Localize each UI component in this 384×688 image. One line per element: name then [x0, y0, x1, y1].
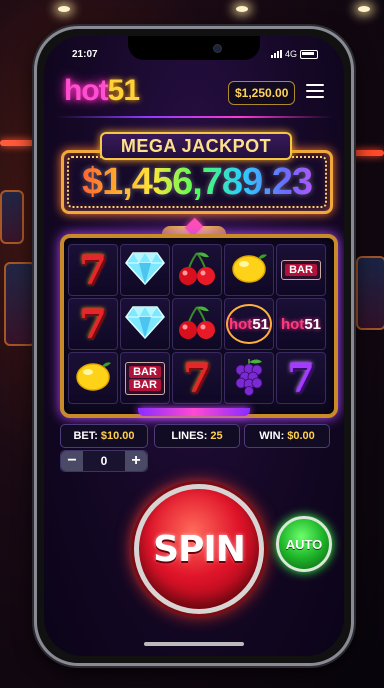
app-header: hot51 $1,250.00 — [44, 72, 344, 112]
home-indicator — [144, 642, 244, 646]
diamond-symbol-icon — [125, 251, 165, 290]
reel-cell: hot51 — [224, 298, 274, 350]
reels-frame: 7 BAR 7 hot 51 hot51 BAR BAR 7 7 — [60, 234, 338, 418]
bet-display: BET: $10.00 — [60, 424, 148, 448]
status-time: 21:07 — [72, 49, 98, 60]
status-indicators: 4G — [270, 49, 318, 59]
reels-base — [138, 408, 250, 416]
neon-strip — [0, 140, 34, 146]
reel-cell — [224, 352, 274, 404]
grape-symbol-icon — [229, 356, 269, 401]
win-display: WIN: $0.00 — [244, 424, 330, 448]
jackpot-value: $1,456,789.23 — [64, 161, 330, 204]
reel-cell: hot51 — [276, 298, 326, 350]
ceiling-light — [236, 6, 248, 12]
reel-cell — [172, 244, 222, 296]
lines-display: LINES: 25 — [154, 424, 240, 448]
header-divider — [56, 116, 332, 118]
ceiling-light — [358, 6, 370, 12]
stepper-value: 0 — [100, 454, 108, 468]
jackpot-label: MEGA JACKPOT — [100, 132, 292, 160]
slot-machine-background — [4, 262, 36, 346]
network-label: 4G — [284, 49, 297, 59]
reel-cell: 7 — [68, 298, 118, 350]
reel-cell: 7 — [68, 244, 118, 296]
spin-button[interactable]: SPIN — [134, 484, 264, 614]
cherry-symbol-icon — [177, 249, 217, 292]
double-bar-symbol-icon: BAR BAR — [125, 361, 165, 395]
phone-frame: 21:07 4G hot51 $1,250.00 $1,456,789.23 M… — [34, 26, 354, 666]
reel-cell — [120, 298, 170, 350]
seven-symbol-icon: 7 — [79, 246, 107, 294]
reel-cell — [68, 352, 118, 404]
reel-cell: 7 — [172, 352, 222, 404]
balance-display: $1,250.00 — [228, 81, 296, 105]
ceiling-light — [58, 6, 70, 12]
decrease-bet-button[interactable]: − — [61, 451, 83, 471]
notch — [128, 36, 260, 60]
bar-symbol-icon: BAR — [281, 260, 321, 280]
reel-cell — [172, 298, 222, 350]
signal-icon — [270, 50, 282, 58]
lemon-symbol-icon — [73, 359, 113, 398]
hot51-symbol-icon: hot51 — [226, 304, 272, 344]
bet-stepper: − 0 + — [60, 450, 148, 472]
seven-symbol-icon: 7 — [79, 300, 107, 348]
reel-cell: 7 — [276, 352, 326, 404]
camera-icon — [213, 44, 222, 53]
seven-symbol-icon: 7 — [183, 354, 211, 402]
lines-value: 25 — [210, 430, 223, 442]
win-value: $0.00 — [287, 430, 315, 442]
reel-cell: BAR — [276, 244, 326, 296]
cherry-symbol-icon — [177, 303, 217, 346]
battery-icon — [300, 49, 318, 59]
purple-seven-symbol-icon: 7 — [287, 354, 315, 402]
reel-cell — [224, 244, 274, 296]
reel-grid: 7 BAR 7 hot 51 hot51 BAR BAR 7 7 — [68, 244, 326, 404]
reel-cell — [120, 244, 170, 296]
diamond-symbol-icon — [125, 305, 165, 344]
slot-machine-background — [356, 256, 384, 330]
hot51-symbol-icon: hot51 — [280, 315, 321, 333]
bet-value: $10.00 — [100, 430, 135, 442]
phone-screen: 21:07 4G hot51 $1,250.00 $1,456,789.23 M… — [44, 36, 344, 656]
lemon-symbol-icon — [229, 251, 269, 290]
reel-cell: BAR BAR — [120, 352, 170, 404]
slot-machine-background — [0, 190, 24, 244]
neon-strip — [350, 150, 384, 156]
app-logo: hot51 — [64, 74, 140, 107]
increase-bet-button[interactable]: + — [125, 451, 147, 471]
auto-spin-button[interactable]: AUTO — [276, 516, 332, 572]
hamburger-menu-icon[interactable] — [306, 84, 324, 98]
